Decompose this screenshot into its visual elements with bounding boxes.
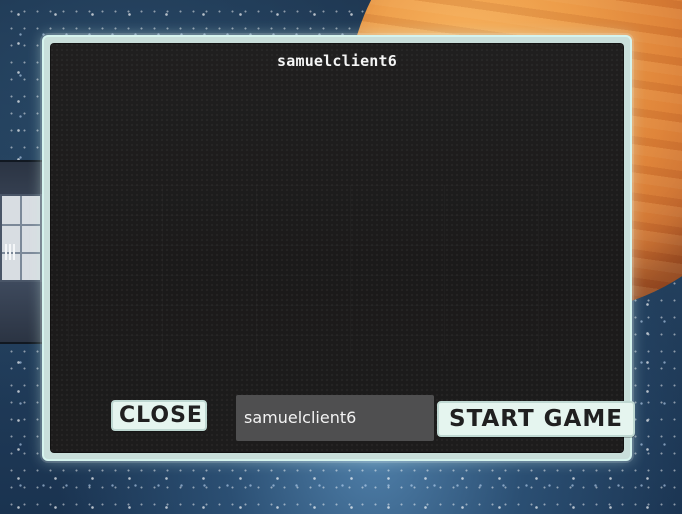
start-game-button[interactable]: START GAME xyxy=(437,401,635,437)
close-button[interactable]: CLOSE xyxy=(111,400,207,431)
ship-marking-icon xyxy=(5,244,17,260)
dialog-background-pattern xyxy=(68,185,548,355)
lobby-dialog: samuelclient6 xyxy=(50,43,624,453)
dialog-title: samuelclient6 xyxy=(277,52,397,70)
ship-window-panel xyxy=(0,194,42,282)
player-name-input[interactable] xyxy=(236,395,434,441)
game-scene: samuelclient6 CLOSE START GAME xyxy=(0,0,682,514)
